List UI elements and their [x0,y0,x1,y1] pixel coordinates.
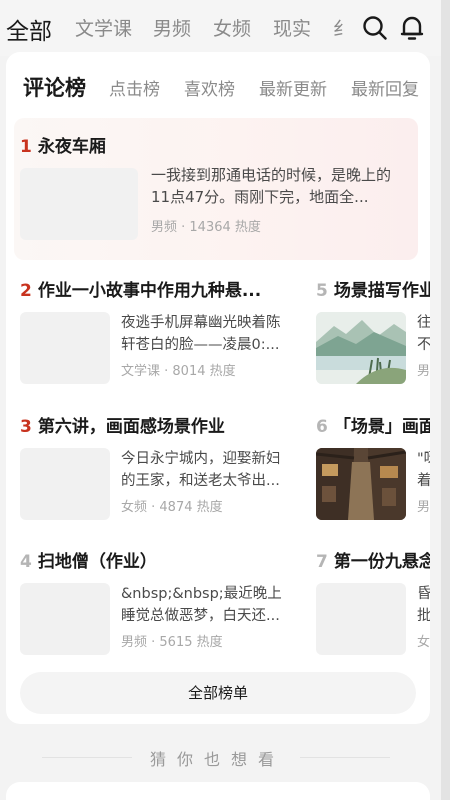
item-description: 一我接到那通电话的时候，是晚上的11点47分。雨刚下完，地面全... [151,166,392,206]
ranking-card: 评论榜 点击榜 喜欢榜 最新更新 最新回复 1 永夜车厢 一我接到那通电话的时候，… [6,52,430,724]
cover-placeholder [20,168,138,240]
item-meta: 男频 · 14364 热度 [151,220,261,235]
rank-number: 5 [316,281,328,301]
item-meta: 女 [417,635,430,650]
item-title: 7 第一份九悬念 [316,552,430,572]
item-meta: 女频 · 4874 热度 [121,500,223,515]
rank-item[interactable]: 5 场景描写作业 往不 男 [316,276,430,406]
item-description: 夜逃手机屏幕幽光映着陈轩苍白的脸——凌晨0:... [121,315,281,353]
item-description: "呀着 [417,451,430,489]
tab-like-rank[interactable]: 喜欢榜 [184,75,235,100]
item-meta: 文学课 · 8014 热度 [121,364,236,379]
tab-comment-rank[interactable]: 评论榜 [23,72,86,102]
tab-cut-off[interactable]: 纟 [333,14,352,41]
tab-all[interactable]: 全部 [6,12,52,46]
item-meta: 男频 · 5615 热度 [121,635,223,650]
top-nav: 全部 文学课 男频 女频 现实 纟 [0,0,441,56]
item-title: 6 「场景」画面 [316,417,430,437]
tab-literature-class[interactable]: 文学课 [75,14,132,41]
rank-item[interactable]: 4 扫地僧（作业） &nbsp;&nbsp;最近晚上睡觉总做恶梦，白天还... 男… [20,547,292,677]
cover-placeholder [20,448,110,520]
all-rankings-button[interactable]: 全部榜单 [20,672,416,714]
rank-item[interactable]: 7 第一份九悬念 昏批 女 [316,547,430,677]
rank-number: 1 [20,137,32,157]
search-icon[interactable] [361,14,389,42]
item-description: 往不 [417,315,430,353]
rank-number: 7 [316,552,328,572]
ink-landscape-image [316,312,406,384]
rank-number: 4 [20,552,32,572]
guess-you-like-title: 猜你也想看 [150,750,286,769]
rank-item[interactable]: 3 第六讲，画面感场景作业 今日永宁城内，迎娶新妇的王家，和送老太爷出... 女频… [20,412,292,542]
bell-icon[interactable] [398,14,426,42]
tab-click-rank[interactable]: 点击榜 [109,75,160,100]
tab-realistic[interactable]: 现实 [273,14,311,41]
scroll-edge [441,0,450,800]
tab-female[interactable]: 女频 [213,14,251,41]
guess-you-like-header: 猜你也想看 [0,742,441,772]
tab-latest-update[interactable]: 最新更新 [259,75,327,100]
rank-number: 6 [316,417,328,437]
item-title: 5 场景描写作业 [316,281,430,301]
item-meta: 男 [417,364,430,379]
item-title: 3 第六讲，画面感场景作业 [20,417,225,437]
item-meta: 男 [417,500,430,515]
cover-placeholder [20,583,110,655]
tab-male[interactable]: 男频 [153,14,191,41]
cover-image-landscape [316,312,406,384]
item-title: 2 作业一小故事中作用九种悬... [20,281,262,301]
cover-image-street [316,448,406,520]
item-description: &nbsp;&nbsp;最近晚上睡觉总做恶梦，白天还... [121,586,282,624]
item-description: 今日永宁城内，迎娶新妇的王家，和送老太爷出... [121,451,281,489]
item-title: 1 永夜车厢 [20,137,106,157]
item-title: 4 扫地僧（作业） [20,552,157,572]
rank-number: 2 [20,281,32,301]
divider [300,757,390,758]
cover-placeholder [20,312,110,384]
top-tab-strip: 全部 文学课 男频 女频 现实 纟 [0,0,352,56]
old-street-image [316,448,406,520]
item-description: 昏批 [417,586,430,624]
rank-tabs: 评论榜 点击榜 喜欢榜 最新更新 最新回复 [6,52,430,116]
rank-number: 3 [20,417,32,437]
divider [42,757,132,758]
rank-item[interactable]: 2 作业一小故事中作用九种悬... 夜逃手机屏幕幽光映着陈轩苍白的脸——凌晨0:.… [20,276,292,406]
recommendation-card [6,782,430,800]
rank-item[interactable]: 1 永夜车厢 一我接到那通电话的时候，是晚上的11点47分。雨刚下完，地面全...… [20,132,420,262]
tab-latest-reply[interactable]: 最新回复 [351,75,419,100]
rank-item[interactable]: 6「场景」画面 "呀着 男 [316,412,430,542]
cover-placeholder [316,583,406,655]
